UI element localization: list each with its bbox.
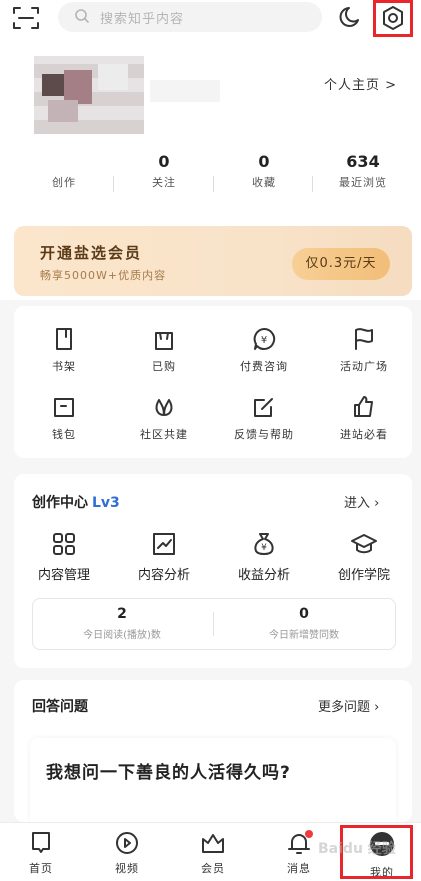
grid-item-paid-consult[interactable]: ¥ 付费咨询: [214, 326, 314, 374]
watermark: Baidu 经验: [318, 841, 396, 857]
question-text[interactable]: 我想问一下善良的人活得久吗?: [46, 758, 291, 783]
search-placeholder: 搜索知乎内容: [100, 12, 185, 27]
night-mode-icon[interactable]: [338, 4, 364, 34]
answer-title: 回答问题: [32, 699, 88, 715]
video-icon: [116, 832, 138, 854]
more-questions-link[interactable]: 更多问题 ›: [318, 696, 379, 715]
bag-icon: [155, 332, 173, 350]
creation-income-analysis[interactable]: ¥ 收益分析: [214, 530, 314, 583]
avatar[interactable]: [34, 56, 144, 134]
grid-item-bookshelf[interactable]: 书架: [14, 326, 114, 374]
today-upvotes[interactable]: 0 今日新增赞同数: [214, 606, 394, 641]
creator-level: Lv3: [92, 495, 120, 511]
tab-home[interactable]: 首页: [6, 830, 76, 876]
scan-icon[interactable]: [10, 4, 42, 32]
profile-home-link[interactable]: 个人主页 >: [324, 74, 397, 93]
flag-icon: [355, 328, 373, 350]
wallet-icon: [54, 398, 74, 417]
thumb-icon: [354, 396, 373, 417]
today-reads[interactable]: 2 今日阅读(播放)数: [32, 606, 212, 641]
question-card[interactable]: [30, 738, 396, 828]
svg-text:¥: ¥: [261, 335, 267, 346]
grid-icon: [53, 533, 75, 555]
stat-recent[interactable]: 634 最近浏览: [313, 152, 413, 190]
vip-price-button[interactable]: 仅0.3元/天: [292, 248, 390, 280]
creation-content-analysis[interactable]: 内容分析: [114, 530, 214, 583]
crown-icon: [202, 834, 224, 853]
username-blurred: [150, 80, 220, 102]
tab-video[interactable]: 视频: [92, 830, 162, 876]
grid-item-activity[interactable]: 活动广场: [314, 326, 414, 374]
stat-creation[interactable]: 创作: [14, 152, 114, 190]
svg-text:¥: ¥: [261, 543, 267, 553]
creation-content-manage[interactable]: 内容管理: [14, 530, 114, 583]
grid-item-feedback[interactable]: 反馈与帮助: [214, 394, 314, 442]
bookshelf-icon: [56, 328, 72, 350]
leaf-icon: [155, 399, 173, 416]
grid-item-wallet[interactable]: 钱包: [14, 394, 114, 442]
message-badge: [305, 830, 313, 838]
stat-favorites[interactable]: 0 收藏: [214, 152, 314, 190]
settings-icon[interactable]: [380, 5, 406, 35]
graduation-cap-icon: [351, 534, 377, 554]
stat-following[interactable]: 0 关注: [114, 152, 214, 190]
home-icon: [32, 832, 50, 853]
grid-item-purchased[interactable]: 已购: [114, 326, 214, 374]
chevron-right-icon: ›: [370, 700, 380, 715]
creation-center-title: 创作中心 Lv3: [32, 495, 120, 511]
grid-item-must-read[interactable]: 进站必看: [314, 394, 414, 442]
grid-item-community[interactable]: 社区共建: [114, 394, 214, 442]
search-input[interactable]: [58, 2, 322, 32]
chart-icon: [153, 533, 175, 555]
creation-enter-link[interactable]: 进入 ›: [344, 492, 379, 511]
tab-vip[interactable]: 会员: [178, 830, 248, 876]
vip-title: 开通盐选会员: [40, 244, 143, 262]
vip-subtitle: 畅享5000W+优质内容: [40, 269, 167, 282]
money-bag-icon: ¥: [254, 533, 274, 555]
paid-consult-icon: ¥: [253, 327, 276, 350]
edit-icon: [254, 398, 273, 417]
search-icon: [74, 8, 90, 28]
chevron-right-icon: ›: [370, 496, 380, 511]
creation-academy[interactable]: 创作学院: [314, 530, 414, 583]
